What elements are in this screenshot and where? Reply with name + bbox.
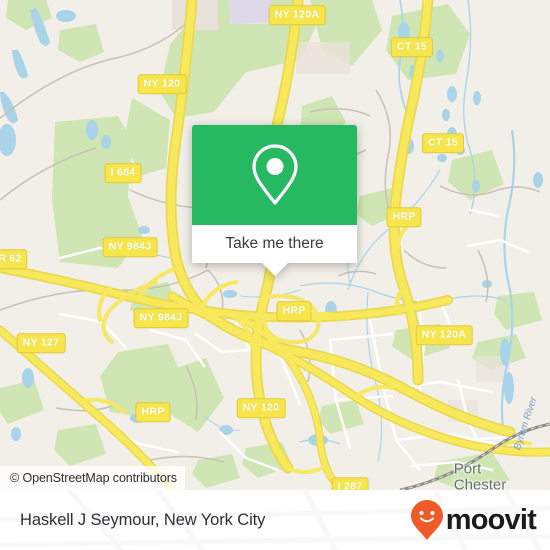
take-me-there-label: Take me there [225,235,324,252]
map-screenshot: NY 120A CT 15 NY 120 CT 15 I 684 HRP NY 984J HR… [0,0,550,550]
road-shield: NY 120 [137,74,187,94]
road-shield: NY 127 [16,333,66,353]
map-canvas[interactable]: NY 120A CT 15 NY 120 CT 15 I 684 HRP NY 984J HR… [0,0,550,490]
place-title-text: Haskell J Seymour, New York City [20,510,266,529]
road-shield: HRP [276,301,312,321]
road-shield: R 62 [0,249,28,269]
road-shield: CT 15 [390,37,434,57]
location-pin-icon [251,144,298,205]
moovit-smiley-pin-icon [410,500,443,540]
road-shield: NY 120 [236,398,286,418]
place-label: Port Chester [453,460,507,490]
attribution-text: © OpenStreetMap contributors [10,471,177,485]
road-shield: NY 984J [102,237,158,257]
location-popup-card[interactable]: Take me there [192,125,357,276]
road-shield: NY 984J [133,308,189,328]
road-shield: CT 15 [421,133,465,153]
popup-header [192,125,357,225]
road-shield: NY 120A [415,325,473,345]
moovit-wordmark: moovit [445,503,537,536]
road-shield: I 684 [104,163,142,183]
popup-pointer-tail [261,263,288,276]
road-shield: HRP [135,402,171,422]
footer-bar: Haskell J Seymour, New York City moovit [0,490,550,550]
place-title: Haskell J Seymour, New York City [20,490,265,550]
road-shield: HRP [386,207,422,227]
moovit-brand[interactable]: moovit [410,490,537,550]
road-shield: I 287 [331,477,369,490]
popup-action-bar[interactable]: Take me there [192,225,357,263]
map-attribution: © OpenStreetMap contributors [0,466,185,490]
road-shield: NY 120A [268,5,326,25]
